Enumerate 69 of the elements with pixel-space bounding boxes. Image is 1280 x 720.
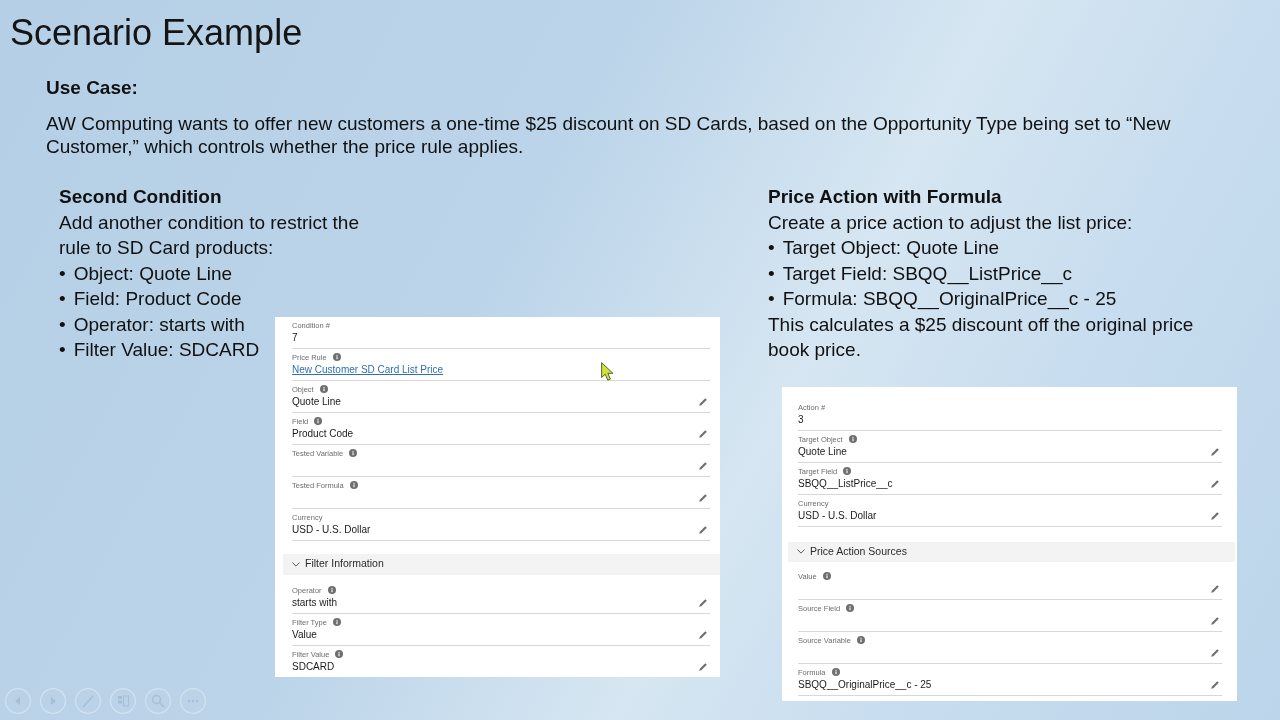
field-value: USD - U.S. Dollar [798, 508, 877, 523]
info-icon[interactable] [822, 572, 831, 580]
info-icon[interactable] [848, 435, 857, 443]
field-value: Quote Line [292, 394, 341, 409]
pencil-icon[interactable] [699, 493, 707, 502]
bullet-text: Object: Quote Line [73, 261, 233, 286]
info-icon[interactable] [846, 604, 855, 612]
pencil-icon[interactable] [699, 429, 707, 438]
chevron-down-icon [292, 561, 300, 567]
use-case-heading: Use Case: [46, 76, 138, 100]
column-intro: Add another condition to restrict the rule to SD Card products: [59, 210, 360, 260]
info-icon[interactable] [349, 481, 358, 489]
bullet-text: Target Field: SBQQ__ListPrice__c [782, 261, 1072, 286]
section-header[interactable]: Filter Information [283, 553, 720, 575]
info-icon[interactable] [332, 618, 341, 626]
bullet-marker: • [768, 236, 775, 260]
pencil-icon[interactable] [699, 598, 707, 607]
pencil-icon[interactable] [699, 397, 707, 406]
field-value: SDCARD [292, 659, 335, 674]
field-value: SBQQ__ListPrice__c [798, 476, 893, 491]
bullet-text: Formula: SBQQ__OriginalPrice__c - 25 [782, 287, 1117, 312]
bullet-marker: • [59, 312, 66, 337]
column-heading: Second Condition [59, 185, 222, 209]
info-icon[interactable] [349, 449, 358, 457]
field-value: Value [292, 627, 317, 642]
bullet-text: Target Object: Quote Line [782, 236, 1000, 260]
pencil-icon[interactable] [1211, 584, 1219, 593]
info-icon[interactable] [314, 417, 323, 425]
record-link[interactable]: New Customer SD Card List Price [292, 362, 444, 377]
pencil-icon[interactable] [1211, 479, 1219, 488]
field-value: 3 [798, 412, 804, 427]
pencil-icon[interactable] [699, 630, 707, 639]
bullet-text: Operator: starts with [73, 312, 245, 337]
pencil-icon[interactable] [1211, 447, 1219, 456]
bullet-text: Field: Product Code [73, 287, 242, 311]
info-icon[interactable] [327, 586, 336, 594]
column-heading: Price Action with Formula [768, 185, 1002, 209]
field-value: starts with [292, 595, 337, 610]
field-value: 7 [292, 330, 298, 345]
field-value: USD - U.S. Dollar [292, 522, 371, 537]
slide-title: Scenario Example [10, 11, 303, 55]
info-icon[interactable] [319, 385, 328, 393]
section-header[interactable]: Price Action Sources [788, 541, 1235, 562]
chevron-down-icon [797, 549, 805, 554]
bullet-marker: • [59, 261, 66, 286]
info-icon[interactable] [335, 650, 344, 658]
info-icon[interactable] [332, 353, 341, 361]
field-value: Product Code [292, 426, 354, 441]
bullet-marker: • [59, 287, 66, 311]
pencil-icon[interactable] [1211, 616, 1219, 625]
pencil-icon[interactable] [699, 662, 707, 671]
use-case-text: AW Computing wants to offer new customers a one-time $25 discount on SD Cards, based on the Opportunity Type being set to “New Customer,” which controls whether the price rule applies. [46, 112, 1172, 158]
mouse-cursor-icon [601, 362, 614, 381]
bullet-marker: • [768, 287, 775, 311]
info-icon[interactable] [856, 636, 865, 644]
pencil-icon[interactable] [1211, 648, 1219, 657]
bullet-marker: • [768, 261, 775, 286]
column-note: This calculates a $25 discount off the original price book price. [768, 312, 1195, 362]
bullet-text: Filter Value: SDCARD [73, 338, 260, 362]
info-icon[interactable] [843, 467, 852, 475]
info-icon[interactable] [831, 668, 840, 676]
pencil-icon[interactable] [1211, 680, 1219, 689]
field-value: Quote Line [798, 444, 847, 459]
field-value: SBQQ__OriginalPrice__c - 25 [798, 677, 932, 692]
pencil-icon[interactable] [699, 461, 707, 470]
column-intro: Create a price action to adjust the list price: [768, 210, 1133, 235]
bullet-marker: • [59, 338, 66, 362]
pencil-icon[interactable] [1211, 511, 1219, 520]
pencil-icon[interactable] [699, 525, 707, 534]
